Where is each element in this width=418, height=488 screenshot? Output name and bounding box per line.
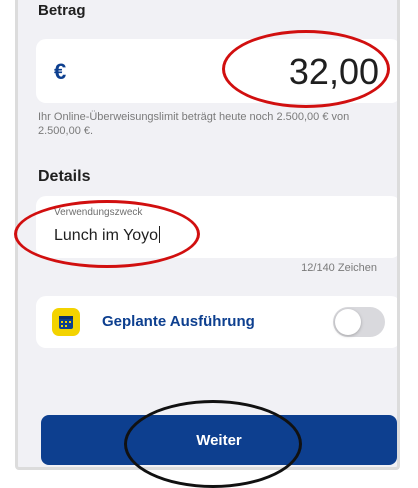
scheduled-execution-row[interactable]: Geplante Ausführung (36, 296, 397, 348)
transfer-limit-note: Ihr Online-Überweisungslimit beträgt heu… (38, 111, 350, 137)
text-cursor (159, 226, 161, 243)
purpose-field[interactable]: Verwendungszweck Lunch im Yoyo (36, 196, 397, 258)
calendar-icon (52, 308, 80, 336)
amount-value[interactable]: 32,00 (289, 51, 379, 93)
toggle-knob (335, 309, 361, 335)
amount-field[interactable]: € 32,00 (36, 39, 397, 103)
currency-symbol: € (54, 59, 67, 84)
scheduled-execution-label: Geplante Ausführung (102, 313, 255, 330)
scheduled-execution-toggle[interactable] (333, 307, 385, 337)
purpose-label: Verwendungszweck (54, 207, 143, 218)
details-section-title: Details (38, 168, 91, 185)
character-counter: 12/140 Zeichen (301, 262, 377, 274)
next-button[interactable]: Weiter (41, 415, 397, 465)
amount-section-title: Betrag (38, 2, 86, 19)
purpose-input-text: Lunch im Yoyo (54, 227, 159, 244)
transfer-form-screen: Betrag € 32,00 Ihr Online-Überweisungsli… (15, 0, 400, 470)
purpose-input[interactable]: Lunch im Yoyo (54, 226, 161, 245)
